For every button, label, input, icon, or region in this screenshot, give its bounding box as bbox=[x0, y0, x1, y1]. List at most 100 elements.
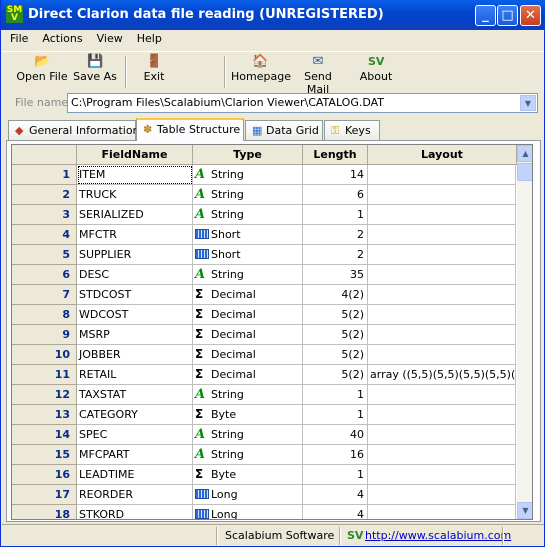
table-row[interactable]: 11 RETAIL Σ Decimal 5(2) array ((5,5)(5,5)(5,… bbox=[12, 365, 516, 385]
title-bar[interactable]: SM V Direct Clarion data file reading (U… bbox=[1, 0, 545, 30]
save-as-button[interactable]: 💾 Save As bbox=[72, 54, 118, 90]
type-cell[interactable]: Short bbox=[193, 225, 303, 245]
type-cell[interactable]: Σ Decimal bbox=[193, 305, 303, 325]
fieldname-cell[interactable]: SUPPLIER bbox=[77, 245, 193, 265]
type-cell[interactable]: A String bbox=[193, 385, 303, 405]
fieldname-cell[interactable]: MSRP bbox=[77, 325, 193, 345]
length-cell[interactable]: 4 bbox=[303, 485, 368, 505]
table-row[interactable]: 9 MSRP Σ Decimal 5(2) bbox=[12, 325, 516, 345]
length-cell[interactable]: 1 bbox=[303, 385, 368, 405]
type-cell[interactable]: Σ Decimal bbox=[193, 345, 303, 365]
type-cell[interactable]: Σ Decimal bbox=[193, 325, 303, 345]
table-row[interactable]: 8 WDCOST Σ Decimal 5(2) bbox=[12, 305, 516, 325]
fieldname-cell[interactable]: STKORD bbox=[77, 505, 193, 519]
tab-table-structure[interactable]: ✽ Table Structure bbox=[136, 118, 244, 141]
layout-cell[interactable] bbox=[368, 485, 516, 505]
chevron-down-icon[interactable]: ▼ bbox=[520, 95, 536, 111]
open-file-button[interactable]: 📂 Open File bbox=[16, 54, 68, 90]
layout-cell[interactable] bbox=[368, 305, 516, 325]
fieldname-cell[interactable]: STDCOST bbox=[77, 285, 193, 305]
table-row[interactable]: 5 SUPPLIER Short 2 bbox=[12, 245, 516, 265]
type-cell[interactable]: A String bbox=[193, 425, 303, 445]
fieldname-cell[interactable]: REORDER bbox=[77, 485, 193, 505]
layout-cell[interactable] bbox=[368, 165, 516, 185]
layout-cell[interactable] bbox=[368, 505, 516, 519]
table-row[interactable]: 10 JOBBER Σ Decimal 5(2) bbox=[12, 345, 516, 365]
menu-actions[interactable]: Actions bbox=[34, 30, 88, 45]
table-row[interactable]: 7 STDCOST Σ Decimal 4(2) bbox=[12, 285, 516, 305]
fieldname-cell[interactable]: TRUCK bbox=[77, 185, 193, 205]
layout-cell[interactable] bbox=[368, 425, 516, 445]
structure-grid[interactable]: FieldName Type Length Layout 1 ITEM A Strin… bbox=[11, 144, 533, 520]
fieldname-cell[interactable]: RETAIL bbox=[77, 365, 193, 385]
length-cell[interactable]: 5(2) bbox=[303, 365, 368, 385]
table-row[interactable]: 17 REORDER Long 4 bbox=[12, 485, 516, 505]
type-cell[interactable]: A String bbox=[193, 445, 303, 465]
header-fieldname[interactable]: FieldName bbox=[77, 145, 193, 165]
type-cell[interactable]: A String bbox=[193, 205, 303, 225]
layout-cell[interactable] bbox=[368, 465, 516, 485]
fieldname-cell[interactable]: MFCPART bbox=[77, 445, 193, 465]
layout-cell[interactable] bbox=[368, 245, 516, 265]
layout-cell[interactable] bbox=[368, 345, 516, 365]
vertical-scrollbar[interactable]: ▲ ▼ bbox=[517, 145, 532, 519]
length-cell[interactable]: 2 bbox=[303, 245, 368, 265]
layout-cell[interactable] bbox=[368, 325, 516, 345]
table-row[interactable]: 2 TRUCK A String 6 bbox=[12, 185, 516, 205]
header-layout[interactable]: Layout bbox=[368, 145, 517, 165]
table-row[interactable]: 13 CATEGORY Σ Byte 1 bbox=[12, 405, 516, 425]
type-cell[interactable]: Short bbox=[193, 245, 303, 265]
type-cell[interactable]: A String bbox=[193, 265, 303, 285]
length-cell[interactable]: 1 bbox=[303, 465, 368, 485]
minimize-button[interactable]: _ bbox=[475, 5, 496, 26]
length-cell[interactable]: 14 bbox=[303, 165, 368, 185]
table-row[interactable]: 14 SPEC A String 40 bbox=[12, 425, 516, 445]
layout-cell[interactable]: array ((5,5)(5,5)(5,5)(5,5)(5,5) bbox=[368, 365, 516, 385]
fieldname-cell[interactable]: LEADTIME bbox=[77, 465, 193, 485]
menu-file[interactable]: File bbox=[2, 30, 34, 45]
length-cell[interactable]: 6 bbox=[303, 185, 368, 205]
table-row[interactable]: 16 LEADTIME Σ Byte 1 bbox=[12, 465, 516, 485]
type-cell[interactable]: Σ Decimal bbox=[193, 285, 303, 305]
status-url-link[interactable]: http://www.scalabium.com bbox=[365, 529, 511, 542]
close-button[interactable]: ✕ bbox=[520, 5, 541, 26]
table-row[interactable]: 6 DESC A String 35 bbox=[12, 265, 516, 285]
layout-cell[interactable] bbox=[368, 225, 516, 245]
type-cell[interactable]: Long bbox=[193, 485, 303, 505]
table-row[interactable]: 4 MFCTR Short 2 bbox=[12, 225, 516, 245]
menu-view[interactable]: View bbox=[89, 30, 129, 45]
fieldname-cell[interactable]: TAXSTAT bbox=[77, 385, 193, 405]
length-cell[interactable]: 5(2) bbox=[303, 345, 368, 365]
about-button[interactable]: SV About bbox=[358, 54, 394, 90]
type-cell[interactable]: Σ Decimal bbox=[193, 365, 303, 385]
length-cell[interactable]: 4(2) bbox=[303, 285, 368, 305]
send-mail-button[interactable]: ✉ Send Mail bbox=[293, 54, 343, 96]
layout-cell[interactable] bbox=[368, 205, 516, 225]
filename-combobox[interactable]: C:\Program Files\Scalabium\Clarion Viewe… bbox=[67, 93, 538, 113]
length-cell[interactable]: 5(2) bbox=[303, 325, 368, 345]
type-cell[interactable]: Σ Byte bbox=[193, 465, 303, 485]
length-cell[interactable]: 1 bbox=[303, 405, 368, 425]
tab-general-information[interactable]: ◆ General Information bbox=[8, 120, 140, 140]
maximize-button[interactable]: □ bbox=[497, 5, 518, 26]
fieldname-cell[interactable]: DESC bbox=[77, 265, 193, 285]
scroll-down-icon[interactable]: ▼ bbox=[517, 502, 532, 519]
table-row[interactable]: 1 ITEM A String 14 bbox=[12, 165, 516, 185]
type-cell[interactable]: A String bbox=[193, 165, 303, 185]
table-row[interactable]: 18 STKORD Long 4 bbox=[12, 505, 516, 519]
exit-button[interactable]: 🚪 Exit bbox=[136, 54, 172, 90]
layout-cell[interactable] bbox=[368, 405, 516, 425]
length-cell[interactable]: 35 bbox=[303, 265, 368, 285]
fieldname-cell[interactable]: WDCOST bbox=[77, 305, 193, 325]
layout-cell[interactable] bbox=[368, 185, 516, 205]
type-cell[interactable]: Σ Byte bbox=[193, 405, 303, 425]
menu-help[interactable]: Help bbox=[129, 30, 168, 45]
fieldname-cell[interactable]: ITEM bbox=[77, 165, 193, 185]
fieldname-cell[interactable]: MFCTR bbox=[77, 225, 193, 245]
length-cell[interactable]: 2 bbox=[303, 225, 368, 245]
layout-cell[interactable] bbox=[368, 265, 516, 285]
scroll-thumb[interactable] bbox=[517, 163, 532, 181]
length-cell[interactable]: 40 bbox=[303, 425, 368, 445]
header-length[interactable]: Length bbox=[303, 145, 368, 165]
homepage-button[interactable]: 🏠 Homepage bbox=[231, 54, 291, 90]
